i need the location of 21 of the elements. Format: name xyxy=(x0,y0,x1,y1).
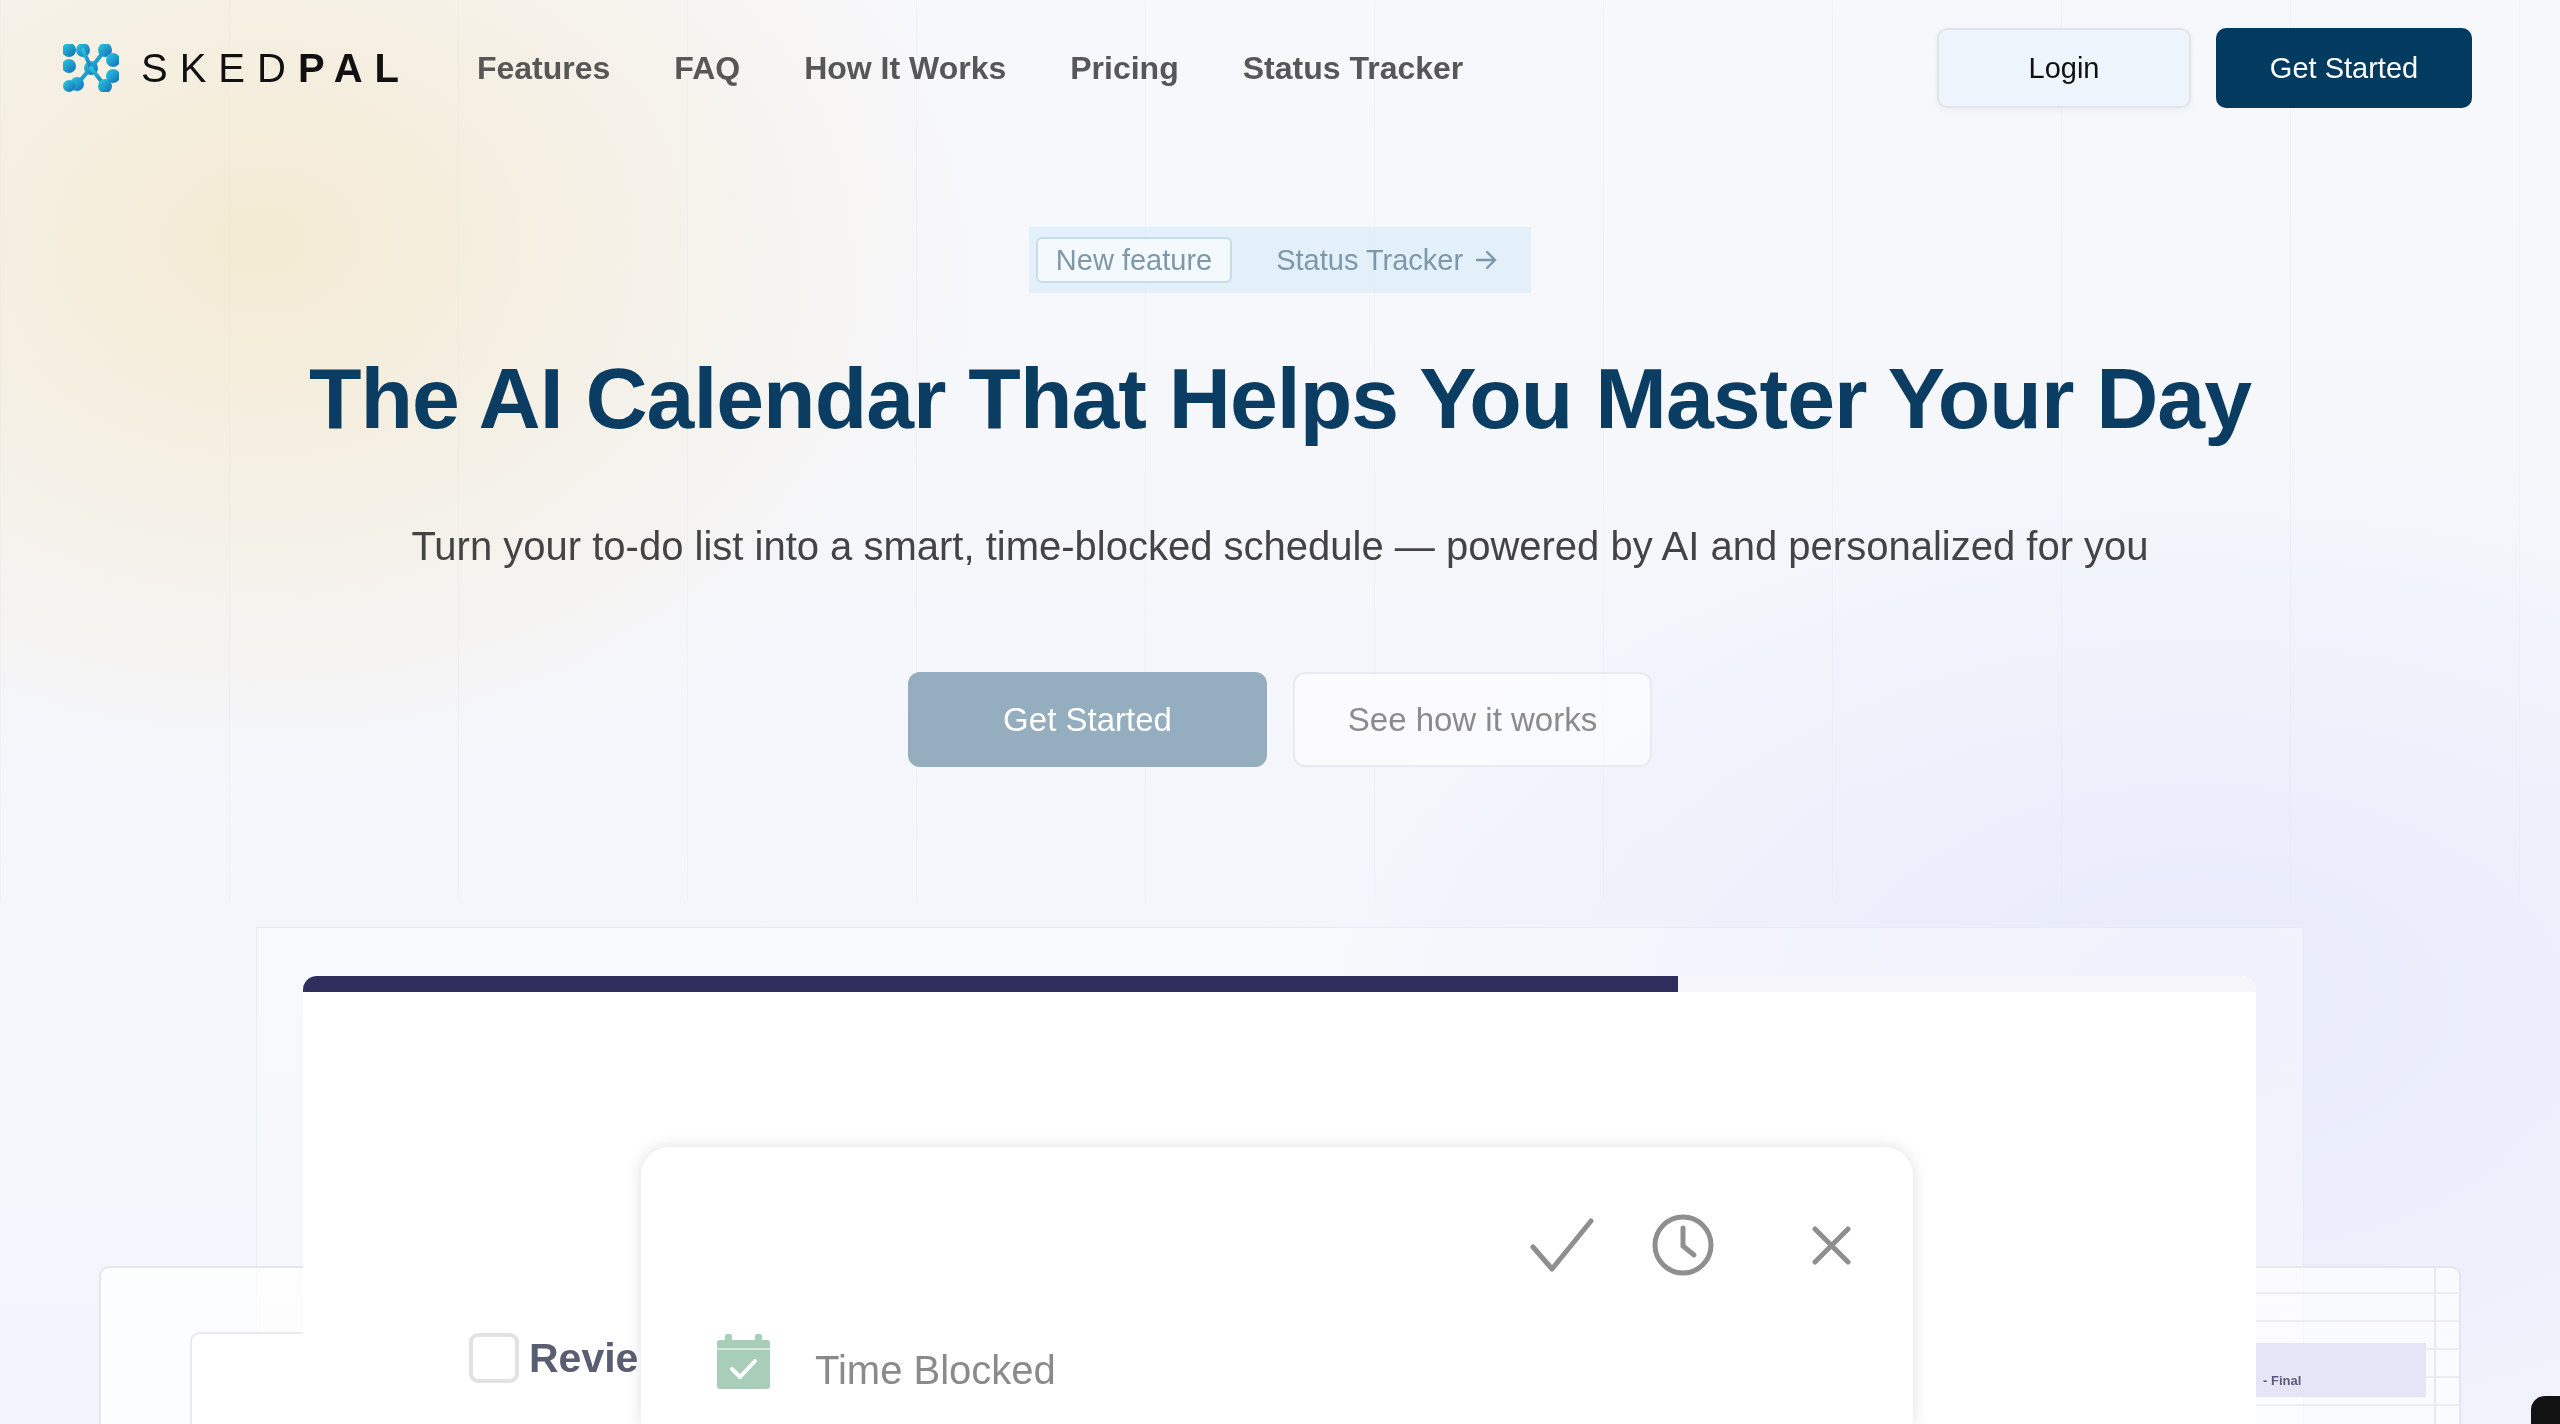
nav-link[interactable]: FAQ xyxy=(674,49,741,87)
floating-button[interactable] xyxy=(2531,1396,2560,1424)
hero-title: The AI Calendar That Helps You Master Your Day xyxy=(308,349,2251,448)
hero-subtitle: Turn your to-do list into a smart, time-blocked schedule — powered by AI and personalized for you xyxy=(411,523,2149,571)
nav-link[interactable]: Features xyxy=(476,49,611,87)
primary-button[interactable]: Get Started xyxy=(2216,28,2472,108)
nav-link[interactable]: How It Works xyxy=(804,49,1007,87)
feature-tag: New feature xyxy=(1035,237,1233,283)
calendar-event: - Final xyxy=(2256,1343,2426,1398)
secondary-button[interactable]: Login xyxy=(1937,28,2191,108)
nav-link[interactable]: Pricing xyxy=(1070,49,1179,87)
arrow-right-icon xyxy=(1475,249,1498,271)
clock-icon[interactable] xyxy=(1652,1214,1714,1277)
check-icon[interactable] xyxy=(1529,1216,1595,1275)
close-icon[interactable] xyxy=(1812,1225,1851,1265)
logo-icon xyxy=(63,44,119,92)
task-title: Revie xyxy=(529,1334,639,1382)
nav-link[interactable]: Status Tracker xyxy=(1242,49,1464,87)
task-status: Time Blocked xyxy=(815,1347,1056,1394)
calendar-check-icon xyxy=(717,1334,770,1390)
task-checkbox[interactable] xyxy=(469,1333,519,1384)
